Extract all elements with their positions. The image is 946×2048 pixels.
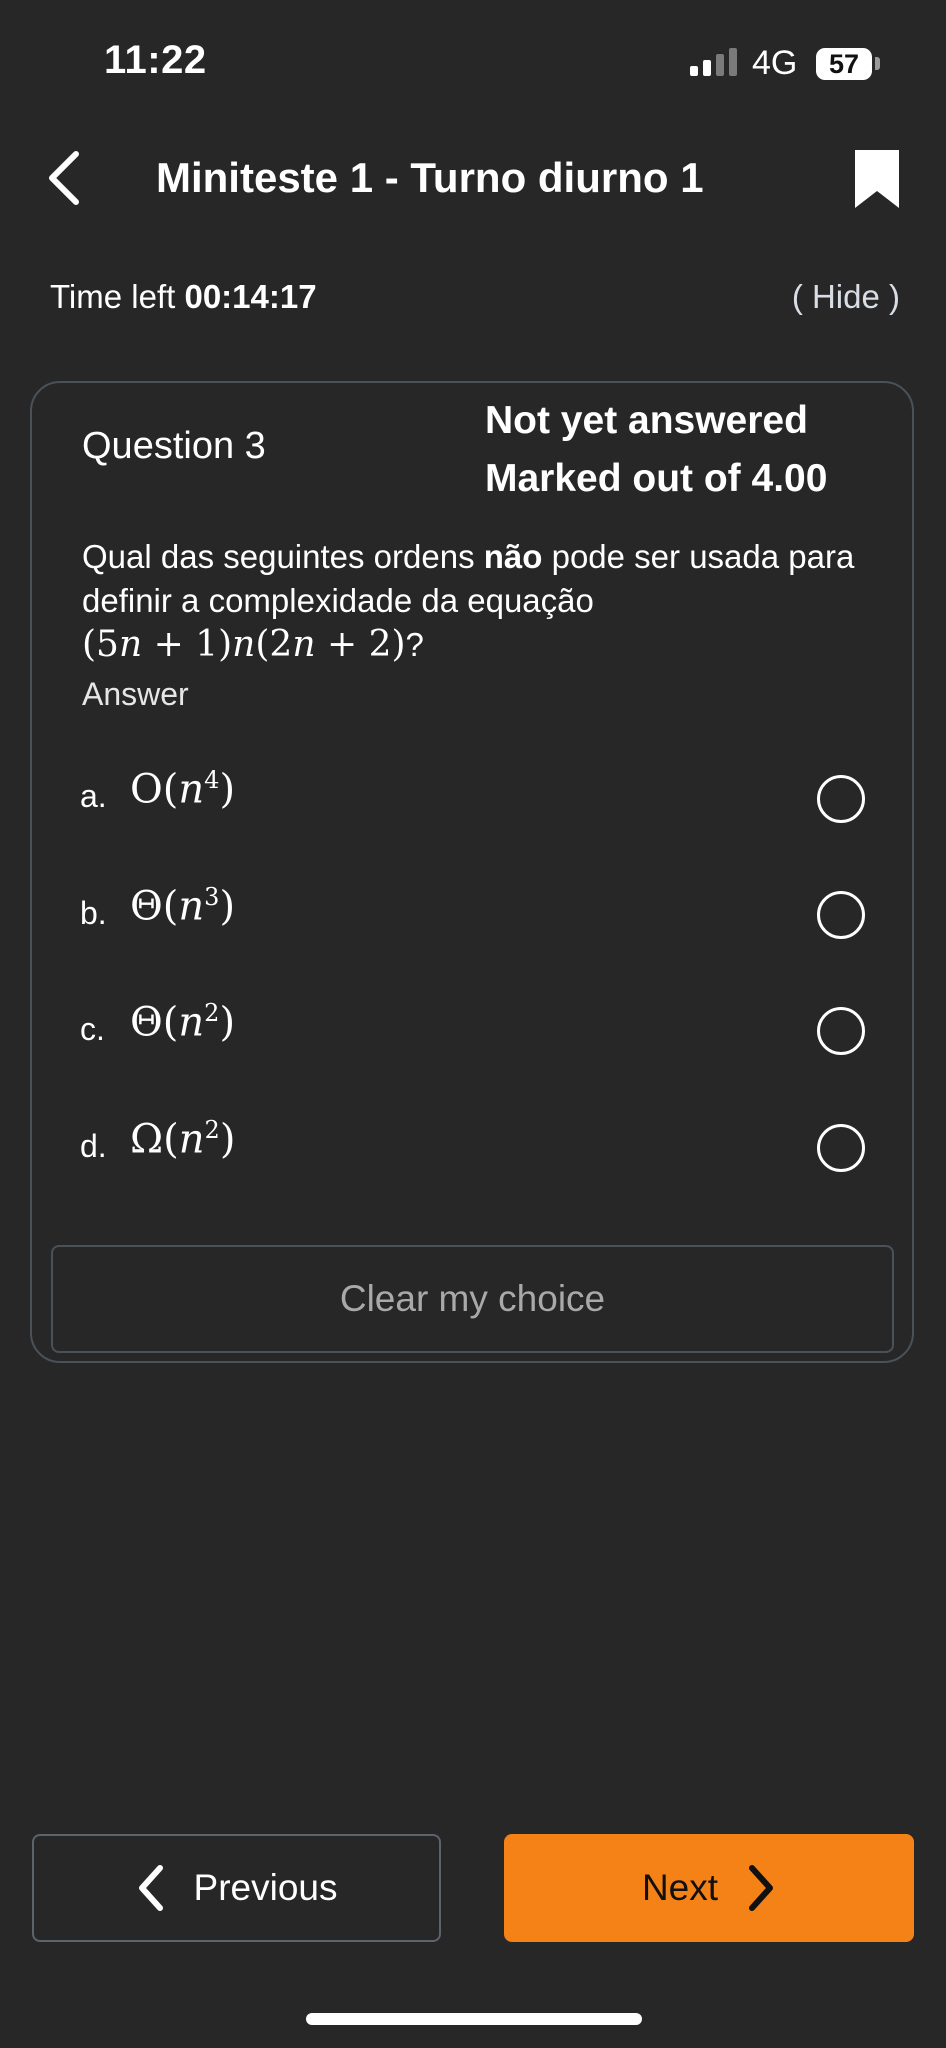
previous-label: Previous (193, 1867, 338, 1908)
bookmark-button[interactable] (852, 148, 902, 210)
time-left: Time left 00:14:17 (50, 278, 317, 316)
question-equation-suffix: ? (405, 626, 424, 663)
question-equation: (5n + 1)n(2n + 2) (82, 624, 406, 665)
option-radio-d[interactable] (817, 1124, 865, 1172)
option-letter-c: c. (80, 1011, 105, 1047)
option-letter-b: b. (80, 895, 107, 931)
question-info: Not yet answered Marked out of 4.00 (485, 392, 827, 508)
option-radio-b[interactable] (817, 891, 865, 939)
question-card (30, 381, 914, 1363)
battery-icon: 57 (816, 48, 872, 80)
battery-tip (875, 57, 880, 70)
chevron-left-icon (138, 1865, 163, 1911)
option-expression-c: Θ(n2) (130, 999, 236, 1046)
next-button[interactable]: Next (504, 1834, 914, 1942)
home-indicator (306, 2013, 642, 2025)
option-radio-a[interactable] (817, 775, 865, 823)
next-label: Next (641, 1867, 719, 1908)
option-expression-d: Ω(n2) (130, 1116, 236, 1163)
time-left-value: 00:14:17 (184, 278, 317, 315)
question-text-bold: não (483, 538, 543, 575)
status-bar-time: 11:22 (104, 38, 207, 82)
cellular-signal-icon (690, 48, 737, 76)
answer-label: Answer (82, 676, 189, 712)
option-expression-b: Θ(n3) (130, 883, 236, 930)
question-number: Question 3 (82, 425, 266, 467)
option-radio-c[interactable] (817, 1007, 865, 1055)
chevron-right-icon (749, 1865, 774, 1911)
page-title: Miniteste 1 - Turno diurno 1 (156, 154, 704, 201)
option-expression-a: O(n4) (130, 766, 236, 813)
hide-timer-link[interactable]: ( Hide ) (792, 278, 900, 316)
back-button[interactable] (40, 148, 90, 208)
chevron-left-icon (49, 151, 79, 205)
option-letter-a: a. (80, 778, 107, 814)
question-text: Qual das seguintes ordens não pode ser u… (82, 535, 862, 667)
time-left-label: Time left (50, 278, 176, 315)
network-type: 4G (752, 44, 798, 82)
clear-choice-button[interactable]: Clear my choice (51, 1245, 894, 1353)
option-letter-d: d. (80, 1128, 107, 1164)
question-marks: Marked out of 4.00 (485, 457, 828, 500)
bookmark-icon (855, 150, 899, 208)
previous-button[interactable]: Previous (32, 1834, 441, 1942)
battery-level: 57 (828, 48, 860, 79)
question-text-before: Qual das seguintes ordens (82, 538, 484, 575)
question-status: Not yet answered (485, 399, 808, 442)
